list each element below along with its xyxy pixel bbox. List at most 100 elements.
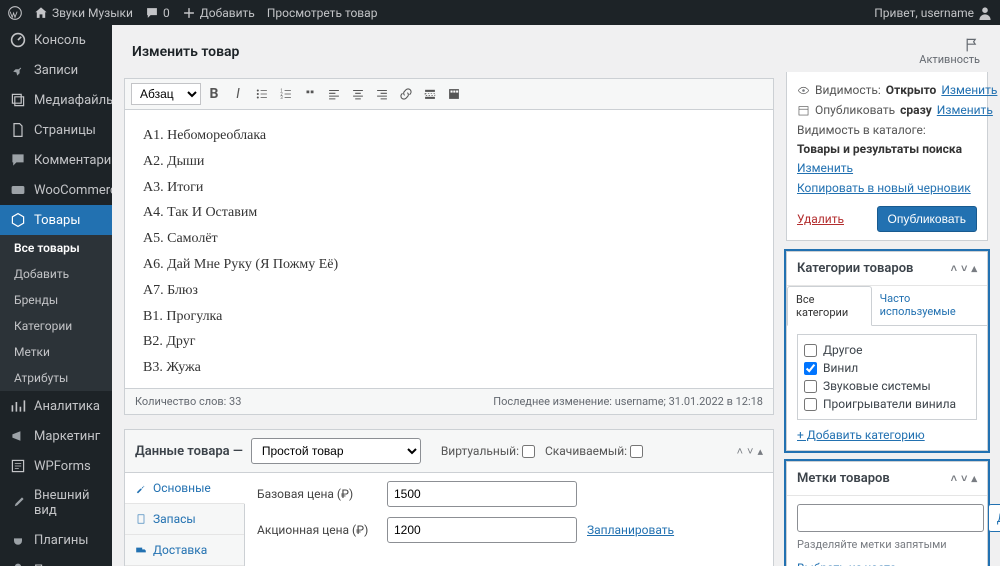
panel-collapse-icon[interactable]: ▴ [971, 472, 977, 485]
menu-woocommerce[interactable]: WooCommerce [0, 175, 112, 205]
submenu-tags[interactable]: Метки [0, 339, 112, 365]
menu-media[interactable]: Медиафайлы [0, 85, 112, 115]
bullet-list-button[interactable] [251, 83, 273, 105]
quote-button[interactable] [299, 83, 321, 105]
tab-shipping[interactable]: Доставка [125, 535, 244, 566]
bold-button[interactable]: B [203, 83, 225, 105]
megaphone-icon [10, 428, 26, 444]
categories-title: Категории товаров [797, 261, 913, 276]
publish-panel: Видимость: Открыто Изменить Опубликовать… [786, 72, 988, 241]
track-line: B3. Жужа [143, 356, 755, 380]
choose-tags-link[interactable]: Выбрать из часто используемых меток [797, 561, 917, 566]
menu-plugins[interactable]: Плагины [0, 525, 112, 555]
submenu-add-product[interactable]: Добавить [0, 261, 112, 287]
menu-posts[interactable]: Записи [0, 55, 112, 85]
category-checkbox[interactable] [804, 398, 817, 411]
menu-appearance[interactable]: Внешний вид [0, 481, 112, 525]
main-content: Изменить товар Активность Абзац B I 123 [112, 25, 1000, 566]
wrench-icon [135, 482, 147, 494]
schedule-link[interactable]: Запланировать [587, 523, 674, 537]
view-product-link[interactable]: Просмотреть товар [267, 6, 378, 20]
panel-up-icon[interactable]: ˄ [951, 472, 957, 485]
category-item[interactable]: Звуковые системы [804, 377, 970, 395]
align-center-button[interactable] [347, 83, 369, 105]
tag-input[interactable] [797, 504, 984, 532]
menu-pages[interactable]: Страницы [0, 115, 112, 145]
more-button[interactable] [419, 83, 441, 105]
admin-bar: Звуки Музыки 0 Добавить Просмотреть това… [0, 0, 1000, 25]
pin-icon [10, 62, 26, 78]
category-checkbox[interactable] [804, 380, 817, 393]
editor-footer: Количество слов: 33 Последнее изменение:… [124, 389, 774, 415]
panel-collapse-icon[interactable]: ▴ [971, 262, 977, 275]
menu-analytics[interactable]: Аналитика [0, 391, 112, 421]
panel-collapse-icon[interactable]: ▴ [757, 445, 763, 458]
track-line: A7. Блюз [143, 279, 755, 303]
submenu-attributes[interactable]: Атрибуты [0, 365, 112, 391]
category-list: ДругоеВинилЗвуковые системыПроигрыватели… [797, 334, 977, 420]
products-submenu: Все товары Добавить Бренды Категории Мет… [0, 235, 112, 391]
add-tag-button[interactable]: Добавить [988, 504, 1000, 532]
panel-down-icon[interactable]: ˅ [961, 262, 967, 275]
regular-price-label: Базовая цена (₽) [257, 487, 377, 501]
category-checkbox[interactable] [804, 362, 817, 375]
delete-link[interactable]: Удалить [797, 212, 844, 226]
panel-up-icon[interactable]: ˄ [737, 445, 743, 458]
panel-down-icon[interactable]: ˅ [961, 472, 967, 485]
admin-sidebar: Консоль Записи Медиафайлы Страницы Комме… [0, 25, 112, 566]
format-select[interactable]: Абзац [131, 83, 201, 105]
page-title: Изменить товар [132, 44, 239, 60]
avatar-icon [978, 6, 992, 20]
edit-visibility-link[interactable]: Изменить [941, 83, 997, 97]
svg-text:3: 3 [280, 96, 283, 101]
submenu-all-products[interactable]: Все товары [0, 235, 112, 261]
edit-publish-link[interactable]: Изменить [937, 103, 993, 117]
user-greeting[interactable]: Привет, username [874, 6, 992, 20]
activity-button[interactable]: Активность [919, 37, 980, 66]
italic-button[interactable]: I [227, 83, 249, 105]
panel-down-icon[interactable]: ˅ [747, 445, 753, 458]
site-home-link[interactable]: Звуки Музыки [34, 6, 133, 20]
product-data-panel: Данные товара — Простой товар Виртуальны… [124, 429, 774, 566]
media-icon [10, 92, 26, 108]
submenu-categories[interactable]: Категории [0, 313, 112, 339]
track-line: A2. Дыши [143, 150, 755, 174]
numbered-list-button[interactable]: 123 [275, 83, 297, 105]
panel-up-icon[interactable]: ˄ [951, 262, 957, 275]
cat-tab-all[interactable]: Все категории [787, 286, 872, 326]
menu-wpforms[interactable]: WPForms [0, 451, 112, 481]
wp-logo[interactable] [8, 6, 22, 20]
menu-comments[interactable]: Комментарии [0, 145, 112, 175]
category-checkbox[interactable] [804, 344, 817, 357]
add-new-link[interactable]: Добавить [182, 6, 255, 20]
link-button[interactable] [395, 83, 417, 105]
toolbar-toggle-button[interactable] [443, 83, 465, 105]
menu-marketing[interactable]: Маркетинг [0, 421, 112, 451]
menu-dashboard[interactable]: Консоль [0, 25, 112, 55]
cat-tab-used[interactable]: Часто используемые [872, 286, 987, 325]
edit-catalog-link[interactable]: Изменить [797, 161, 853, 175]
track-line: A3. Итоги [143, 176, 755, 200]
align-right-button[interactable] [371, 83, 393, 105]
editor-content[interactable]: A1. НебомореоблакаA2. ДышиA3. ИтогиA4. Т… [124, 109, 774, 389]
add-category-link[interactable]: + Добавить категорию [797, 428, 925, 442]
product-type-select[interactable]: Простой товар [251, 438, 421, 464]
tab-inventory[interactable]: Запасы [125, 504, 244, 535]
products-icon [10, 212, 26, 228]
submenu-brands[interactable]: Бренды [0, 287, 112, 313]
copy-draft-link[interactable]: Копировать в новый черновик [797, 181, 971, 195]
comments-link[interactable]: 0 [145, 6, 170, 20]
category-item[interactable]: Другое [804, 341, 970, 359]
menu-products[interactable]: Товары [0, 205, 112, 235]
category-item[interactable]: Винил [804, 359, 970, 377]
regular-price-input[interactable] [387, 481, 577, 507]
category-item[interactable]: Проигрыватели винила [804, 395, 970, 413]
word-count: Количество слов: 33 [135, 395, 241, 408]
sale-price-input[interactable] [387, 517, 577, 543]
virtual-checkbox[interactable]: Виртуальный: [441, 444, 535, 458]
tab-general[interactable]: Основные [125, 473, 245, 504]
menu-users[interactable]: Пользователи [0, 555, 112, 566]
downloadable-checkbox[interactable]: Скачиваемый: [545, 444, 643, 458]
align-left-button[interactable] [323, 83, 345, 105]
publish-button[interactable]: Опубликовать [877, 206, 977, 232]
